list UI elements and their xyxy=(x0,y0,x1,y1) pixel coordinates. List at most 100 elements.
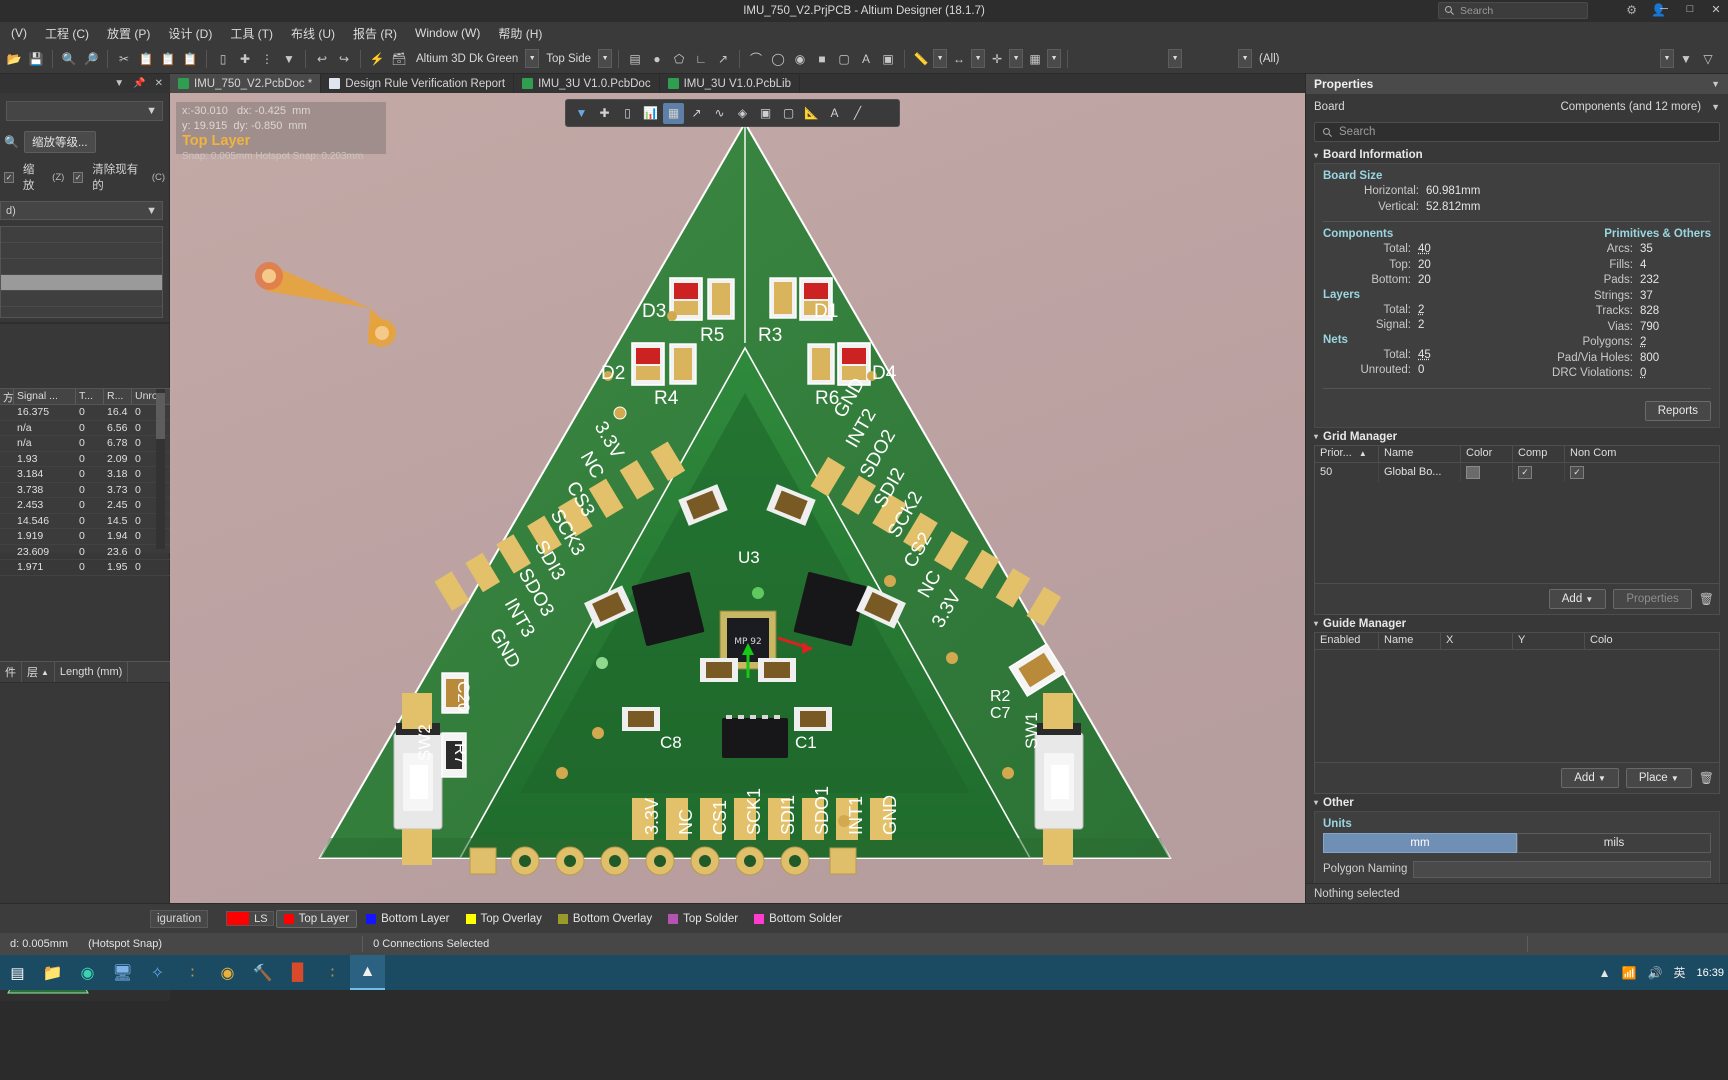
menu-item-window[interactable]: Window (W) xyxy=(406,24,489,42)
col-signal[interactable]: Signal ... xyxy=(14,389,76,404)
region-icon[interactable]: ▢ xyxy=(834,49,854,69)
funnel-icon[interactable]: ▼ xyxy=(1676,49,1696,69)
coordinate-icon[interactable]: ✛ xyxy=(987,49,1007,69)
reports-button[interactable]: Reports xyxy=(1644,400,1711,421)
save-icon[interactable]: 💾 xyxy=(26,49,46,69)
color-swatch[interactable] xyxy=(1466,465,1480,479)
network-icon[interactable]: 📶 xyxy=(1622,966,1637,980)
grid-col-priority[interactable]: Prior... ▲ xyxy=(1315,445,1379,462)
component-icon[interactable]: ▣ xyxy=(878,49,898,69)
start-icon[interactable]: ▤ xyxy=(0,955,35,990)
grid-col-name[interactable]: Name xyxy=(1379,445,1461,462)
crosshair-icon[interactable]: ✚ xyxy=(594,103,615,124)
all-filter-label[interactable]: (All) xyxy=(1254,53,1284,65)
footer-col-layer[interactable]: 层 ▲ xyxy=(22,662,55,682)
grid-row-comp-cell[interactable]: ✓ xyxy=(1513,462,1565,482)
all-filter-dropdown[interactable]: ▼ xyxy=(1238,49,1253,68)
cut-icon[interactable]: ✂ xyxy=(114,49,134,69)
table-row[interactable]: 3.184 0 3.18 0 xyxy=(0,467,170,483)
table-row[interactable]: 50 Global Bo... ✓ ✓ xyxy=(1315,462,1719,482)
properties-search-input[interactable]: Search xyxy=(1314,122,1720,142)
filter-more-dropdown[interactable]: ▼ xyxy=(1660,49,1674,68)
hatch-icon[interactable]: ▤ xyxy=(625,49,645,69)
table-row[interactable]: 3.738 0 3.73 0 xyxy=(0,483,170,498)
measure-dropdown[interactable]: ▼ xyxy=(933,49,948,68)
undo-icon[interactable]: ↩ xyxy=(312,49,332,69)
chrome-icon[interactable]: ◉ xyxy=(210,955,245,990)
panel-splitter[interactable] xyxy=(0,322,169,324)
table-row[interactable]: n/a 0 6.56 0 xyxy=(0,421,170,436)
via-icon[interactable]: ∿ xyxy=(709,103,730,124)
copy-icon[interactable]: 📋 xyxy=(136,49,156,69)
line-icon[interactable]: ╱ xyxy=(847,103,868,124)
route-icon[interactable]: ↗ xyxy=(686,103,707,124)
footer-col-component[interactable]: 件 xyxy=(0,662,22,682)
panel-menu-icon[interactable]: ▼ xyxy=(114,78,124,89)
guide-col-x[interactable]: X xyxy=(1441,632,1513,649)
grid-icon[interactable]: ▦ xyxy=(663,102,684,124)
magnifier-plus-icon[interactable]: 🔍 xyxy=(59,49,79,69)
zoom-checkbox[interactable]: ✓ xyxy=(4,171,14,183)
zoom-level-button[interactable]: 缩放等级... xyxy=(23,131,96,153)
layer-tab-top-solder[interactable]: Top Solder xyxy=(661,911,745,927)
magnifier-filter-icon[interactable]: 🔎 xyxy=(81,49,101,69)
paste-icon[interactable]: 📋 xyxy=(158,49,178,69)
section-header-other[interactable]: ▾ Other xyxy=(1306,794,1728,811)
table-row[interactable]: 1.93 0 2.09 0 xyxy=(0,452,170,467)
layer-tab-bottom-solder[interactable]: Bottom Solder xyxy=(747,911,849,927)
net-class-dropdown[interactable]: ▼ xyxy=(1168,49,1183,68)
route-track-icon[interactable]: ∟ xyxy=(691,49,711,69)
mask-level-combo[interactable]: d) ▼ xyxy=(0,201,163,220)
board-side-dropdown[interactable]: ▼ xyxy=(598,49,613,68)
clear-filter-icon[interactable]: ▼ xyxy=(279,49,299,69)
maximize-button[interactable]: □ xyxy=(1684,3,1696,16)
lightning-icon[interactable]: ⚡ xyxy=(367,49,387,69)
units-mils-button[interactable]: mils xyxy=(1517,832,1711,853)
view-config-label[interactable]: Altium 3D Dk Green xyxy=(411,53,523,65)
guide-add-button[interactable]: Add ▼ xyxy=(1561,767,1619,788)
layer-tab-top-layer[interactable]: Top Layer xyxy=(275,909,358,928)
minimize-button[interactable]: ─ xyxy=(1658,3,1670,16)
gear-icon[interactable]: ⚙ xyxy=(1626,3,1637,17)
col-t[interactable]: T... xyxy=(76,389,104,404)
grid-col-noncomp[interactable]: Non Com xyxy=(1565,446,1631,462)
measure-icon[interactable]: ▢ xyxy=(778,103,799,124)
pad-icon[interactable]: ● xyxy=(647,49,667,69)
layer-config-button[interactable]: iguration xyxy=(150,909,209,928)
circle-icon[interactable]: ◯ xyxy=(768,49,788,69)
funnel-clear-icon[interactable]: ▽ xyxy=(1698,49,1718,69)
table-row[interactable]: 1.919 0 1.94 0 xyxy=(0,529,170,545)
panel-collapse-icon[interactable]: ▼ xyxy=(1711,79,1720,89)
altium-icon[interactable]: ▲ xyxy=(350,955,385,990)
volume-icon[interactable]: 🔊 xyxy=(1648,966,1663,980)
table-row[interactable]: 16.375 0 16.4 0 xyxy=(0,405,170,421)
menu-item-project[interactable]: 工程 (C) xyxy=(36,23,98,44)
footer-col-length[interactable]: Length (mm) xyxy=(55,662,129,682)
menu-item-place[interactable]: 放置 (P) xyxy=(98,23,159,44)
doc-tab-drc-report[interactable]: Design Rule Verification Report xyxy=(321,74,515,93)
array-icon[interactable]: ▦ xyxy=(1025,49,1045,69)
board-object-value[interactable]: Components (and 12 more) xyxy=(1380,101,1701,113)
text-icon[interactable]: A xyxy=(824,103,845,124)
grid-row-color-cell[interactable] xyxy=(1461,462,1513,482)
layer-tab-bottom-overlay[interactable]: Bottom Overlay xyxy=(551,911,659,927)
app-green-icon[interactable]: ◉ xyxy=(70,955,105,990)
close-button[interactable]: ✕ xyxy=(1710,3,1722,16)
grid-col-color[interactable]: Color xyxy=(1461,445,1513,462)
component-icon[interactable]: ▣ xyxy=(755,103,776,124)
guide-place-button[interactable]: Place ▼ xyxy=(1625,767,1692,788)
guide-col-y[interactable]: Y xyxy=(1513,632,1585,649)
components-value[interactable]: 40 xyxy=(1411,242,1431,258)
dimension-dropdown[interactable]: ▼ xyxy=(971,49,986,68)
dev-icon[interactable]: 🖥 xyxy=(105,955,140,990)
select-rect-icon[interactable]: ▯ xyxy=(617,103,638,124)
left-panel-scope-combo[interactable]: ▼ xyxy=(6,101,163,121)
grid-row-noncomp-cell[interactable]: ✓ xyxy=(1565,463,1631,482)
string-icon[interactable]: A xyxy=(856,49,876,69)
table-scrollbar-thumb[interactable] xyxy=(156,393,165,439)
doc-tab-pcbdoc[interactable]: IMU_750_V2.PcbDoc * xyxy=(170,74,322,93)
redo-icon[interactable]: ↪ xyxy=(334,49,354,69)
doc-tab-imu3u-pcbdoc[interactable]: IMU_3U V1.0.PcbDoc xyxy=(514,74,660,93)
coordinate-dropdown[interactable]: ▼ xyxy=(1009,49,1024,68)
gold-s-icon[interactable]: ∶ xyxy=(175,955,210,990)
